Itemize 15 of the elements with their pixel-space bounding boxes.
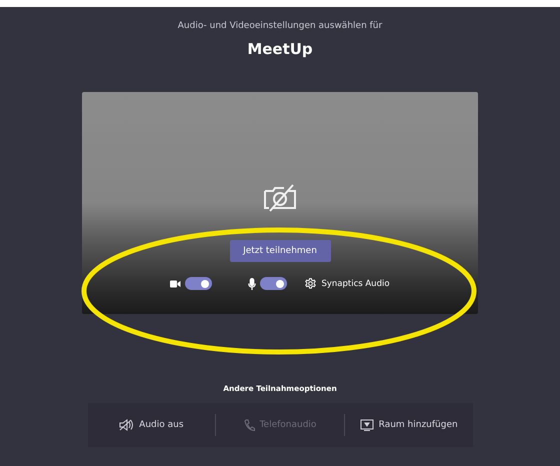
microphone-icon (248, 278, 256, 290)
audio-device-label[interactable]: Synaptics Audio (321, 278, 390, 288)
speaker-muted-icon (119, 419, 134, 431)
screen-icon (360, 419, 374, 431)
subtitle: Audio- und Videoeinstellungen auswählen für (178, 21, 382, 31)
toggle-switch[interactable] (185, 277, 212, 290)
join-button[interactable]: Jetzt teilnehmen (230, 240, 330, 262)
settings-icon[interactable] (305, 278, 316, 289)
camera-off-icon (263, 184, 297, 212)
toggle-switch[interactable] (260, 277, 288, 290)
option-button[interactable]: Raum hinzufügen (344, 414, 473, 436)
meeting-title: MeetUp (247, 40, 313, 58)
option-button[interactable]: Audio aus (88, 414, 216, 436)
video-camera-icon (170, 280, 182, 288)
phone-icon (244, 419, 255, 431)
